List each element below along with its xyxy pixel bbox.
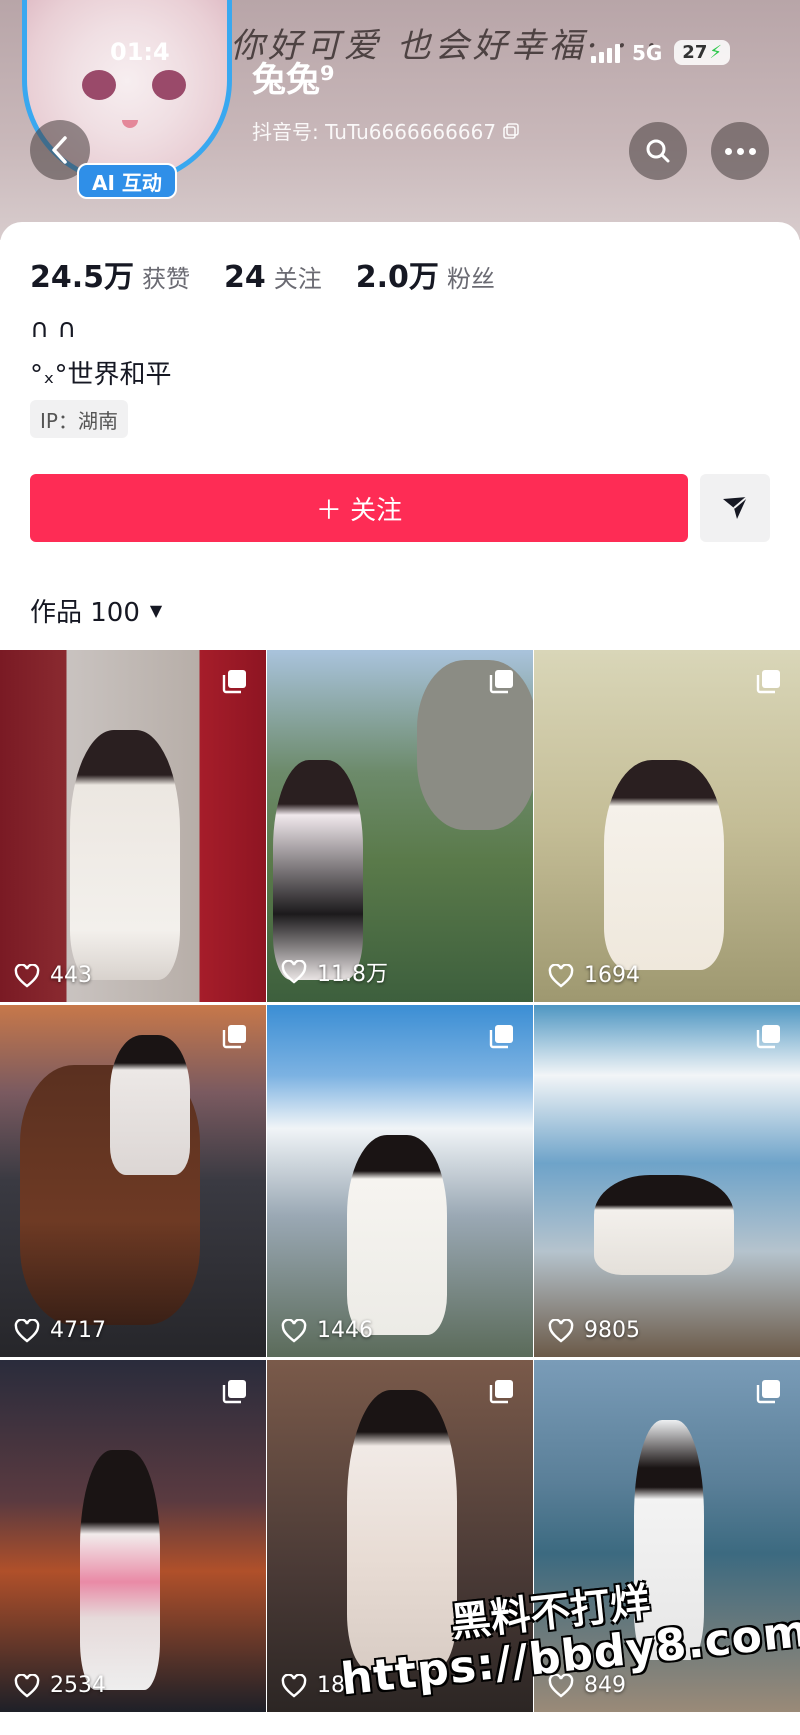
stat-likes[interactable]: 24.5万 获赞 <box>30 252 190 296</box>
work-likes-count: 4717 <box>50 1318 106 1343</box>
work-figure <box>273 760 363 980</box>
stat-following-label: 关注 <box>273 265 322 293</box>
work-figure <box>110 1035 190 1175</box>
send-message-button[interactable] <box>700 474 770 542</box>
work-likes-count: 443 <box>50 963 92 988</box>
stat-followers[interactable]: 2.0万 粉丝 <box>356 252 495 296</box>
work-figure <box>80 1450 160 1690</box>
stat-following-value: 24 <box>224 260 266 295</box>
work-likes: 443 <box>14 963 92 988</box>
heart-icon <box>14 1673 40 1698</box>
stat-likes-value: 24.5万 <box>30 260 135 295</box>
multi-image-icon <box>756 1380 780 1404</box>
heart-icon <box>281 1318 307 1343</box>
follow-button[interactable]: ＋ 关注 <box>30 474 688 542</box>
heart-icon <box>281 1673 307 1698</box>
work-tile[interactable]: 11.8万 <box>267 650 533 1002</box>
chevron-left-icon <box>52 136 67 164</box>
profile-card: 24.5万 获赞 24 关注 2.0万 粉丝 ∩ ∩ °ₓ°世界和平 IP：湖南… <box>0 222 800 652</box>
works-grid: 443 11.8万 1694 4717 1446 9805 2534 18 84… <box>0 650 800 1712</box>
profile-header: 你好可爱 也会好幸福· · · 01:4 5G 27 ⚡ 兔兔⁹ 抖音号: Tu… <box>0 0 800 240</box>
avatar-eye-left <box>82 70 116 100</box>
stat-followers-label: 粉丝 <box>446 265 495 293</box>
multi-image-icon <box>222 1380 246 1404</box>
stat-following[interactable]: 24 关注 <box>224 259 322 295</box>
follow-button-label: ＋ 关注 <box>315 495 403 526</box>
battery-level: 27 <box>682 42 708 63</box>
work-likes-count: 11.8万 <box>317 962 388 987</box>
caret-down-icon: ▼ <box>149 601 163 620</box>
work-figure <box>347 1135 447 1335</box>
network-type: 5G <box>631 40 663 65</box>
work-likes: 11.8万 <box>281 956 388 988</box>
work-likes-count: 849 <box>584 1673 626 1698</box>
nickname: 兔兔⁹ <box>252 60 335 100</box>
multi-image-icon <box>756 1025 780 1049</box>
bio-line-1: ∩ ∩ <box>30 314 77 344</box>
stat-followers-value: 2.0万 <box>355 260 439 295</box>
work-likes-count: 18 <box>317 1673 345 1698</box>
paper-plane-icon <box>723 496 748 519</box>
heart-icon <box>548 1318 574 1343</box>
heart-icon <box>548 963 574 988</box>
work-figure <box>634 1420 704 1660</box>
work-likes: 4717 <box>14 1318 106 1343</box>
works-tab-label: 作品 100 <box>30 598 140 628</box>
profile-stats: 24.5万 获赞 24 关注 2.0万 粉丝 <box>30 252 529 296</box>
search-icon <box>646 139 670 163</box>
work-likes-count: 1446 <box>317 1318 373 1343</box>
work-likes-count: 9805 <box>584 1318 640 1343</box>
ai-interact-badge[interactable]: AI 互动 <box>77 163 177 199</box>
work-tile[interactable]: 18 <box>267 1360 533 1712</box>
multi-image-icon <box>489 1380 513 1404</box>
heart-icon <box>281 960 307 984</box>
work-likes: 2534 <box>14 1673 106 1698</box>
work-likes: 1446 <box>281 1318 373 1343</box>
multi-image-icon <box>756 670 780 694</box>
status-time: 01:4 <box>110 38 170 66</box>
multi-image-icon <box>489 1025 513 1049</box>
multi-image-icon <box>222 670 246 694</box>
work-likes: 9805 <box>548 1318 640 1343</box>
heart-icon <box>14 1318 40 1343</box>
work-likes: 849 <box>548 1673 626 1698</box>
work-figure <box>604 760 724 970</box>
bio-line-2: °ₓ°世界和平 <box>30 360 172 390</box>
ip-location-tag: IP：湖南 <box>30 400 128 438</box>
work-tile[interactable]: 1446 <box>267 1005 533 1357</box>
copy-icon[interactable] <box>502 122 520 140</box>
multi-image-icon <box>222 1025 246 1049</box>
battery-icon: 27 ⚡ <box>674 40 730 65</box>
more-dots-icon <box>724 147 756 155</box>
work-tile[interactable]: 4717 <box>0 1005 266 1357</box>
status-bar-right: 5G 27 ⚡ <box>590 40 730 65</box>
work-tile[interactable]: 849 <box>534 1360 800 1712</box>
heart-icon <box>548 1673 574 1698</box>
work-likes-count: 2534 <box>50 1673 106 1698</box>
work-figure <box>347 1390 457 1670</box>
work-likes: 1694 <box>548 963 640 988</box>
charging-icon: ⚡ <box>709 42 722 63</box>
douyin-id: 抖音号: TuTu6666666667 <box>252 116 520 145</box>
search-button[interactable] <box>629 122 687 180</box>
douyin-id-text: 抖音号: TuTu6666666667 <box>252 120 497 144</box>
signal-icon <box>590 43 620 63</box>
work-figure <box>594 1175 734 1275</box>
work-tile[interactable]: 2534 <box>0 1360 266 1712</box>
avatar-mouth <box>122 120 138 128</box>
heart-icon <box>14 963 40 988</box>
work-figure <box>70 730 180 980</box>
works-tab[interactable]: 作品 100 ▼ <box>30 592 162 629</box>
multi-image-icon <box>489 670 513 694</box>
work-tile[interactable]: 1694 <box>534 650 800 1002</box>
work-statue <box>417 660 533 830</box>
more-button[interactable] <box>711 122 769 180</box>
work-tile[interactable]: 443 <box>0 650 266 1002</box>
work-likes: 18 <box>281 1673 345 1698</box>
work-likes-count: 1694 <box>584 963 640 988</box>
work-tile[interactable]: 9805 <box>534 1005 800 1357</box>
avatar-eye-right <box>152 70 186 100</box>
stat-likes-label: 获赞 <box>142 265 191 293</box>
